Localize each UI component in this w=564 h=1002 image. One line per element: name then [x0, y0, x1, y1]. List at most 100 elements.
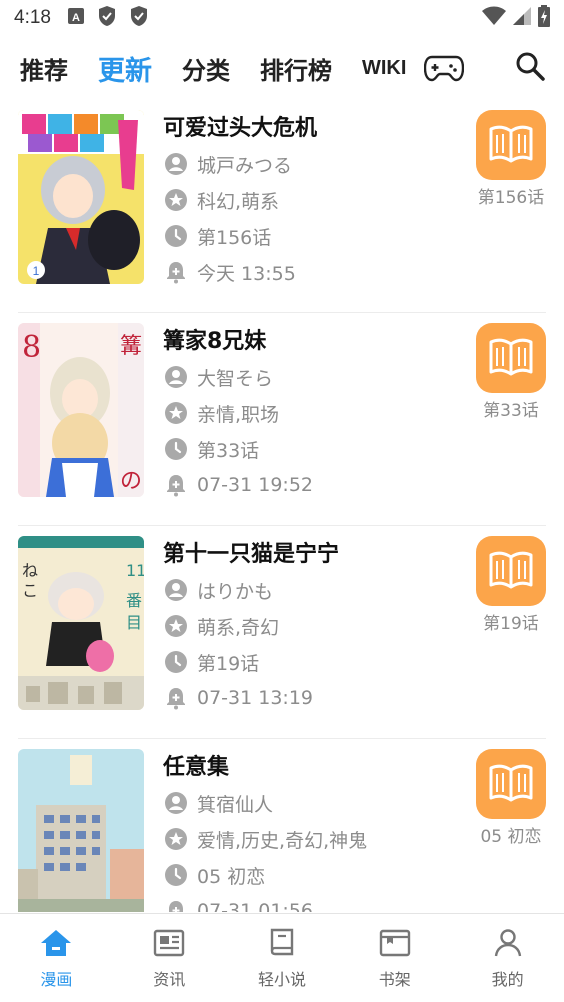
tab-updates[interactable]: 更新: [98, 49, 152, 88]
tags-row: 爱情,历史,奇幻,神鬼: [163, 821, 463, 857]
tags-text: 爱情,历史,奇幻,神鬼: [197, 829, 368, 852]
svg-text:ね: ね: [22, 561, 38, 580]
manga-cover[interactable]: 11 番 目 ね こ: [18, 536, 144, 710]
tags-text: 亲情,职场: [197, 403, 280, 426]
shield-check-icon: [129, 5, 149, 31]
svg-text:1: 1: [33, 264, 40, 278]
author-row: 城戸みつる: [163, 146, 463, 182]
keyboard-notification-icon: A: [67, 7, 85, 29]
author-text: 城戸みつる: [197, 154, 293, 177]
open-book-icon: [488, 549, 534, 593]
bottom-nav-news[interactable]: 资讯: [113, 914, 226, 1002]
tags-row: 亲情,职场: [163, 395, 463, 431]
update-time-row: 07-31 13:19: [163, 680, 463, 716]
read-button[interactable]: [476, 536, 546, 606]
tags-row: 萌系,奇幻: [163, 608, 463, 644]
update-time-row: 今天 13:55: [163, 254, 463, 290]
bottom-nav-bar: 漫画 资讯 轻小说 书架 我的: [0, 913, 564, 1002]
latest-chapter-row: 05 初恋: [163, 857, 463, 893]
open-book-icon: [488, 762, 534, 806]
star-icon: [163, 826, 189, 852]
status-bar: 4:18 A: [0, 0, 564, 36]
latest-chapter-text: 05 初恋: [197, 865, 266, 888]
newspaper-icon: [152, 928, 186, 962]
open-book-icon: [488, 336, 534, 380]
person-icon: [163, 790, 189, 816]
bottom-nav-profile[interactable]: 我的: [451, 914, 564, 1002]
battery-icon: [538, 5, 550, 31]
list-item[interactable]: 1 可爱过头大危机 城戸みつる 科幻,萌系 第156话 今天 13:55 第15…: [18, 100, 546, 313]
clock-icon: [163, 223, 189, 249]
tab-wiki[interactable]: WIKI: [362, 57, 406, 80]
update-time-text: 07-31 01:56: [197, 900, 314, 912]
status-time: 4:18: [14, 7, 51, 28]
svg-text:11: 11: [126, 561, 144, 580]
tags-text: 科幻,萌系: [197, 190, 280, 213]
manga-title[interactable]: 篝家8兄妹: [163, 325, 463, 359]
person-icon: [163, 364, 189, 390]
tab-categories[interactable]: 分类: [182, 51, 230, 86]
manga-title[interactable]: 可爱过头大危机: [163, 112, 463, 146]
home-icon: [39, 928, 73, 962]
bottom-nav-label: 轻小说: [257, 970, 306, 989]
manga-info: 可爱过头大危机 城戸みつる 科幻,萌系 第156话 今天 13:55: [163, 112, 463, 290]
star-icon: [163, 613, 189, 639]
clock-icon: [163, 862, 189, 888]
bottom-nav-light-novel[interactable]: 轻小说: [226, 914, 339, 1002]
chapter-label: 05 初恋: [480, 827, 542, 847]
bottom-nav-label: 书架: [378, 970, 411, 989]
bottom-nav-bookshelf[interactable]: 书架: [338, 914, 451, 1002]
manga-cover[interactable]: [18, 749, 144, 912]
author-row: 大智そら: [163, 359, 463, 395]
svg-text:番: 番: [126, 591, 142, 610]
bell-add-icon: [163, 472, 189, 498]
bottom-nav-label: 我的: [491, 970, 524, 989]
status-notification-icons: A: [67, 5, 149, 31]
latest-chapter-row: 第19话: [163, 644, 463, 680]
author-text: はりかも: [197, 580, 274, 603]
manga-info: 第十一只猫是宁宁 はりかも 萌系,奇幻 第19话 07-31 13:19: [163, 538, 463, 716]
bookshelf-icon: [378, 928, 412, 962]
read-button[interactable]: [476, 749, 546, 819]
update-time-row: 07-31 19:52: [163, 467, 463, 503]
svg-text:こ: こ: [22, 581, 38, 600]
status-system-icons: [482, 5, 550, 31]
chapter-label: 第156话: [477, 188, 545, 208]
open-book-icon: [488, 123, 534, 167]
manga-title[interactable]: 第十一只猫是宁宁: [163, 538, 463, 572]
bottom-nav-comics[interactable]: 漫画: [0, 914, 113, 1002]
list-item[interactable]: 8 篝 の 篝家8兄妹 大智そら 亲情,职场 第33话 07-31 19:52 …: [18, 313, 546, 526]
manga-update-list: 1 可爱过头大危机 城戸みつる 科幻,萌系 第156话 今天 13:55 第15…: [0, 100, 564, 912]
latest-chapter-text: 第156话: [197, 226, 272, 249]
book-icon: [265, 928, 299, 962]
manga-cover[interactable]: 8 篝 の: [18, 323, 144, 497]
update-time-text: 07-31 19:52: [197, 474, 314, 496]
star-icon: [163, 400, 189, 426]
read-button[interactable]: [476, 110, 546, 180]
manga-cover[interactable]: 1: [18, 110, 144, 284]
list-item[interactable]: 11 番 目 ね こ 第十一只猫是宁宁 はりかも 萌系,奇幻 第19话 07-3…: [18, 526, 546, 739]
latest-chapter-text: 第33话: [197, 439, 260, 462]
bell-add-icon: [163, 685, 189, 711]
person-icon: [163, 577, 189, 603]
author-text: 大智そら: [197, 367, 274, 390]
person-icon: [163, 151, 189, 177]
tags-row: 科幻,萌系: [163, 182, 463, 218]
tab-recommend[interactable]: 推荐: [20, 51, 68, 86]
update-time-text: 今天 13:55: [197, 262, 296, 285]
manga-title[interactable]: 任意集: [163, 751, 463, 785]
chapter-label: 第19话: [483, 614, 539, 634]
tab-rankings[interactable]: 排行榜: [260, 51, 332, 86]
read-button[interactable]: [476, 323, 546, 393]
latest-chapter-text: 第19话: [197, 652, 260, 675]
bottom-nav-label: 资讯: [153, 970, 186, 989]
bell-add-icon: [163, 898, 189, 912]
list-item[interactable]: 任意集 箕宿仙人 爱情,历史,奇幻,神鬼 05 初恋 07-31 01:56 0…: [18, 739, 546, 912]
manga-info: 篝家8兄妹 大智そら 亲情,职场 第33话 07-31 19:52: [163, 325, 463, 503]
update-time-text: 07-31 13:19: [197, 687, 314, 709]
search-icon[interactable]: [514, 50, 546, 82]
gamepad-icon[interactable]: [424, 54, 465, 82]
author-text: 箕宿仙人: [197, 793, 274, 816]
author-row: はりかも: [163, 572, 463, 608]
bell-add-icon: [163, 259, 189, 285]
